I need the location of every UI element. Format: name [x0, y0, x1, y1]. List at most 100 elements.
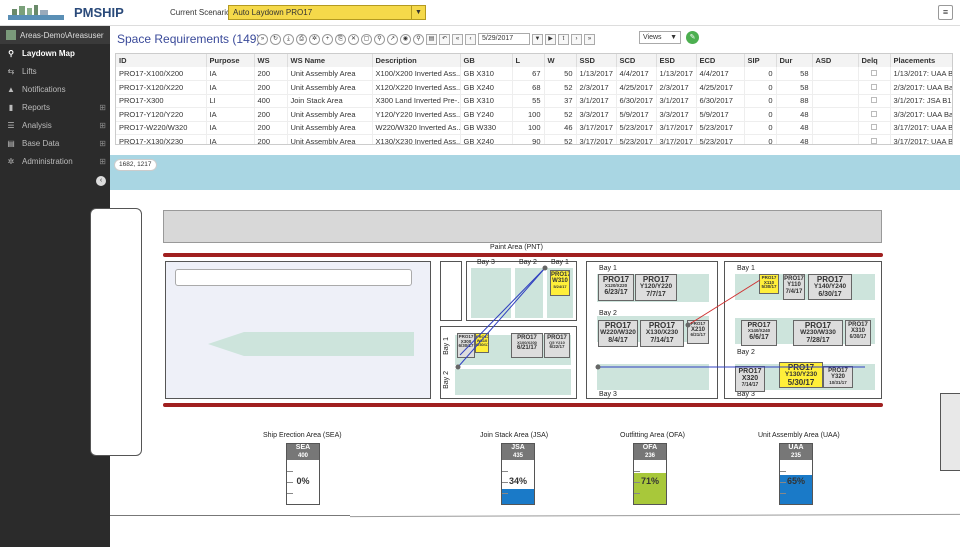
next-icon[interactable]: › [571, 33, 582, 45]
delq-checkbox[interactable] [871, 124, 877, 131]
table-row[interactable]: PRO17-X120/X220 IA 200 Unit Assembly Area X1… [116, 80, 952, 95]
sidebar-item-administration[interactable]: ✲ Administration ⊞ [0, 152, 110, 170]
ofa-gauge[interactable]: OFA 236 71% [633, 443, 667, 505]
column-header[interactable]: W [544, 54, 577, 67]
expand-icon[interactable]: ⊞ [99, 121, 106, 130]
sidebar-item-lifts[interactable]: ⇆ Lifts [0, 62, 110, 80]
table-cell: 58 [776, 80, 813, 95]
export-icon[interactable]: ⤓ [283, 33, 294, 45]
refresh-icon[interactable]: ↻ [270, 33, 281, 45]
sidebar-item-base-data[interactable]: ▤ Base Data ⊞ [0, 134, 110, 152]
column-header[interactable]: SCD [616, 54, 657, 67]
table-row[interactable]: PRO17-X130/X230 IA 200 Unit Assembly Area X1… [116, 134, 952, 144]
settings-icon[interactable]: ✲ [309, 33, 320, 45]
edit-icon[interactable]: ✎ [686, 31, 699, 44]
column-header[interactable]: Description [372, 54, 461, 67]
column-header[interactable]: SSD [576, 54, 617, 67]
save-icon[interactable]: ▤ [426, 33, 437, 45]
top-bar: PMSHIP Current Scenario: Auto Laydown PR… [0, 0, 960, 26]
sidebar-item-reports[interactable]: ▮ Reports ⊞ [0, 98, 110, 116]
play-icon[interactable]: ▶ [545, 33, 556, 45]
pin-icon[interactable]: ⚲ [374, 33, 385, 45]
hamburger-menu-icon[interactable]: ≡ [938, 5, 953, 20]
gauge-tick [634, 471, 640, 472]
first-page-icon[interactable]: « [452, 33, 463, 45]
share-icon[interactable]: ↗ [387, 33, 398, 45]
expand-icon[interactable]: ⊞ [99, 103, 106, 112]
chevron-down-icon[interactable]: ▼ [411, 6, 425, 19]
table-cell: 100 [512, 121, 545, 135]
gauge-code: SEA [295, 444, 311, 451]
table-cell: 3/1/2017: JSA B1 [890, 94, 952, 108]
column-header[interactable]: ASD [812, 54, 859, 67]
search-icon[interactable]: ⚲ [413, 33, 424, 45]
undo-icon[interactable]: ↶ [439, 33, 450, 45]
gauge-percent: 0% [296, 476, 310, 486]
jsa-gauge[interactable]: JSA 435 34% [501, 443, 535, 505]
delete-icon[interactable]: ✕ [348, 33, 359, 45]
table-row[interactable]: PRO17-X300 LI 400 Join Stack Area X300 Land … [116, 94, 952, 108]
expand-icon[interactable]: ⊞ [99, 157, 106, 166]
sidebar-item-label: Reports [22, 102, 51, 112]
table-row[interactable]: PRO17-Y120/Y220 IA 200 Unit Assembly Area Y1… [116, 107, 952, 122]
table-cell [858, 121, 891, 135]
column-header[interactable]: WS [254, 54, 288, 67]
user-info[interactable]: Areas-Demo\Areasuser [0, 26, 110, 44]
column-header[interactable]: SIP [744, 54, 777, 67]
sidebar-item-laydown-map[interactable]: ⚲ Laydown Map [0, 44, 110, 62]
expand-icon[interactable]: ⊞ [99, 139, 106, 148]
sidebar-item-analysis[interactable]: ☰ Analysis ⊞ [0, 116, 110, 134]
sidebar-item-label: Lifts [22, 66, 37, 76]
prev-icon[interactable]: ‹ [465, 33, 476, 45]
last-page-icon[interactable]: » [584, 33, 595, 45]
collapse-icon[interactable]: » [257, 33, 268, 45]
laydown-map[interactable]: 1682, 1217 Paint Area (PNT) Bay 3 Bay 2 … [90, 155, 960, 547]
print-icon[interactable]: ⎙ [296, 33, 307, 45]
table-cell: 5/23/2017 [616, 134, 657, 144]
gauge-num: 235 [790, 453, 801, 459]
column-header[interactable]: Delq [858, 54, 891, 67]
table-cell: 55 [512, 94, 545, 108]
target-icon[interactable]: ◉ [400, 33, 411, 45]
column-header[interactable]: ESD [656, 54, 697, 67]
delq-checkbox[interactable] [871, 110, 877, 117]
clipboard-icon[interactable]: ▢ [361, 33, 372, 45]
column-header[interactable]: ID [116, 54, 207, 67]
gauge-num: 435 [512, 453, 523, 459]
table-cell: 48 [776, 107, 813, 122]
building-right[interactable] [940, 393, 960, 471]
table-row[interactable]: PRO17-X100/X200 IA 200 Unit Assembly Area X1… [116, 67, 952, 81]
column-header[interactable]: GB [460, 54, 513, 67]
table-cell: 3/17/2017 [576, 121, 617, 135]
sidebar-item-notifications[interactable]: ▲ Notifications [0, 80, 110, 98]
delq-checkbox[interactable] [871, 137, 877, 144]
scenario-select[interactable]: Auto Laydown PRO17 ▼ [228, 5, 426, 20]
column-header[interactable]: Dur [776, 54, 813, 67]
chevron-down-icon[interactable]: ▼ [532, 33, 543, 45]
gear-icon: ✲ [7, 156, 15, 166]
gauge-tick [287, 471, 293, 472]
views-dropdown[interactable]: Views ▼ [639, 31, 681, 44]
table-cell: 5/9/2017 [616, 107, 657, 122]
uaa-gauge[interactable]: UAA 235 65% [779, 443, 813, 505]
table-cell: 200 [254, 134, 288, 144]
column-header[interactable]: Placements [890, 54, 952, 67]
views-label: Views [643, 34, 662, 41]
add-icon[interactable]: + [322, 33, 333, 45]
column-header[interactable]: Purpose [206, 54, 255, 67]
delq-checkbox[interactable] [871, 97, 877, 104]
delq-checkbox[interactable] [871, 83, 877, 90]
today-icon[interactable]: t [558, 33, 569, 45]
table-cell: GB X310 [460, 94, 513, 108]
copy-icon[interactable]: ⎘ [335, 33, 346, 45]
date-input[interactable]: 5/29/2017 [478, 33, 530, 45]
table-cell: 4/4/2017 [616, 67, 657, 81]
sea-gauge[interactable]: SEA 400 0% [286, 443, 320, 505]
column-header[interactable]: ECD [696, 54, 745, 67]
delq-checkbox[interactable] [871, 70, 877, 76]
column-header[interactable]: WS Name [287, 54, 373, 67]
column-header[interactable]: L [512, 54, 545, 67]
scenario-value: Auto Laydown PRO17 [233, 8, 313, 17]
table-row[interactable]: PRO17-W220/W320 IA 200 Unit Assembly Area W2… [116, 121, 952, 135]
collapse-sidebar-icon[interactable]: ‹ [96, 176, 106, 186]
